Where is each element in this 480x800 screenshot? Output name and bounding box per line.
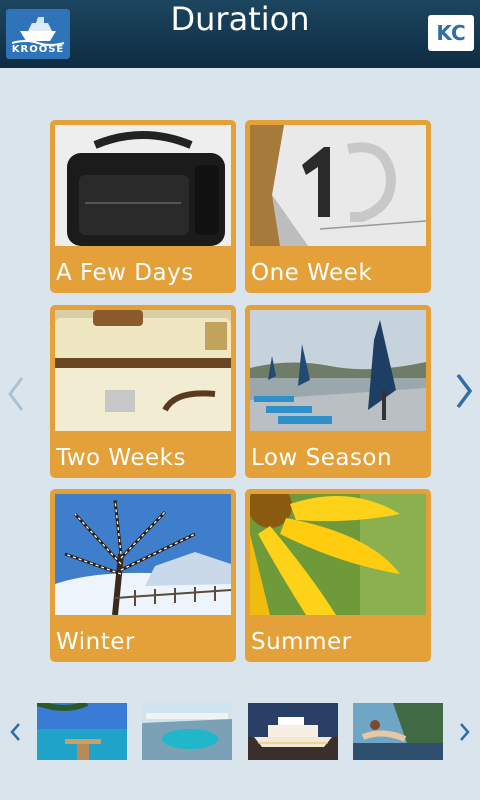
option-one-week[interactable]: One Week: [245, 120, 431, 293]
option-label: Two Weeks: [56, 445, 186, 471]
suitcases-image: [55, 310, 231, 431]
option-a-few-days[interactable]: A Few Days: [50, 120, 236, 293]
thumbs-prev-arrow-icon[interactable]: [6, 718, 24, 746]
option-label: A Few Days: [56, 260, 194, 286]
app-header: KROOSE Duration KC: [0, 0, 480, 68]
option-label: One Week: [251, 260, 373, 286]
user-avatar-button[interactable]: KC: [428, 15, 474, 51]
page-title: Duration: [170, 0, 310, 38]
calendar-image: [250, 125, 426, 246]
next-page-arrow-icon[interactable]: [450, 371, 478, 411]
thumbnail-cruise-deck-pool[interactable]: [142, 703, 232, 760]
option-label: Low Season: [251, 445, 393, 471]
option-low-season[interactable]: Low Season: [245, 305, 431, 478]
sunflower-image: [250, 494, 426, 615]
duration-grid: A Few Days One Week Two Weeks Low Season…: [50, 120, 431, 662]
option-winter[interactable]: Winter: [50, 489, 236, 662]
option-label: Summer: [251, 629, 352, 655]
bag-image: [55, 125, 231, 246]
prev-page-arrow-icon[interactable]: [4, 374, 32, 414]
thumbs-next-arrow-icon[interactable]: [456, 718, 474, 746]
thumbnail-beach-pier[interactable]: [37, 703, 127, 760]
beach-umbrellas-image: [250, 310, 426, 431]
logo-text: KROOSE: [11, 44, 65, 55]
snowy-tree-image: [55, 494, 231, 615]
thumbnail-cruise-ship-night[interactable]: [248, 703, 338, 760]
thumbnail-woman-lounging[interactable]: [353, 703, 443, 760]
option-two-weeks[interactable]: Two Weeks: [50, 305, 236, 478]
option-summer[interactable]: Summer: [245, 489, 431, 662]
option-label: Winter: [56, 629, 135, 655]
